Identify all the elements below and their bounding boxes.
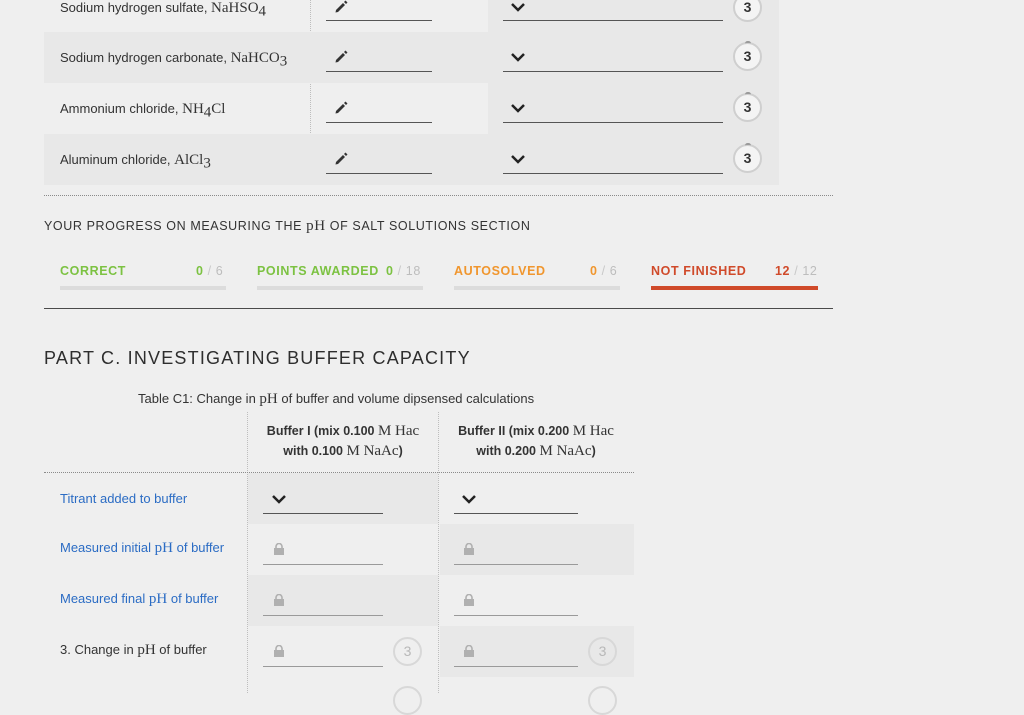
section-divider: [44, 195, 833, 196]
select-dropdown[interactable]: [503, 122, 723, 123]
answer-input[interactable]: [326, 173, 432, 174]
lock-icon: [274, 594, 284, 606]
progress-bar: [454, 286, 620, 290]
stat-points-awarded: POINTS AWARDED 0 / 18: [257, 264, 423, 278]
column-divider: [438, 412, 439, 693]
change-ph-input-buffer-2: [454, 666, 578, 667]
part-title: PART C. INVESTIGATING BUFFER CAPACITY: [44, 348, 471, 368]
salt-name: Ammonium chloride, NH4Cl: [60, 101, 226, 121]
lock-icon: [464, 543, 474, 555]
progress-bar: [257, 286, 423, 290]
stat-label: NOT FINISHED: [651, 264, 747, 278]
stat-label: CORRECT: [60, 264, 127, 278]
initial-ph-input-buffer-2: [454, 564, 578, 565]
points-badge: [393, 686, 422, 715]
chevron-down-icon[interactable]: [510, 154, 526, 164]
lock-icon: [464, 594, 474, 606]
salt-name: Sodium hydrogen carbonate, NaHCO3: [60, 50, 288, 70]
stat-count: 0 / 6: [590, 264, 618, 278]
chevron-down-icon[interactable]: [271, 494, 287, 504]
progress-bar: [651, 286, 818, 290]
progress-title: YOUR PROGRESS ON MEASURING THE pH OF SAL…: [44, 218, 531, 234]
points-badge: [588, 686, 617, 715]
answer-input[interactable]: [326, 20, 432, 21]
select-dropdown[interactable]: [503, 173, 723, 174]
final-ph-input-buffer-2: [454, 615, 578, 616]
answer-input[interactable]: [326, 122, 432, 123]
titrant-select-buffer-1[interactable]: [263, 513, 383, 514]
stat-label: POINTS AWARDED: [257, 264, 379, 278]
progress-bar: [60, 286, 226, 290]
points-badge: 3: [733, 92, 762, 122]
points-badge: 3: [733, 143, 762, 173]
section-divider: [44, 308, 833, 309]
lock-icon: [464, 645, 474, 657]
change-ph-input-buffer-1: [263, 666, 383, 667]
stat-autosolved: AUTOSOLVED 0 / 6: [454, 264, 620, 278]
select-dropdown[interactable]: [503, 71, 723, 72]
stat-label: AUTOSOLVED: [454, 264, 546, 278]
stat-count: 12 / 12: [775, 264, 818, 278]
column-header-buffer-1: Buffer I (mix 0.100 M Hac with 0.100 M N…: [266, 423, 420, 459]
stat-not-finished: NOT FINISHED 12 / 12: [651, 264, 818, 278]
points-badge: 3: [733, 41, 762, 71]
row-label-change-ph: 3. Change in pH of buffer: [60, 642, 207, 658]
points-badge: 3: [588, 637, 617, 666]
salt-name: Aluminum chloride, AlCl3: [60, 152, 211, 172]
pencil-icon[interactable]: [334, 50, 348, 64]
pencil-icon[interactable]: [334, 152, 348, 166]
salt-row: Aluminum chloride, AlCl3: [44, 134, 779, 185]
answer-input[interactable]: [326, 71, 432, 72]
row-label-final-ph: Measured final pH of buffer: [60, 591, 219, 607]
final-ph-input-buffer-1: [263, 615, 383, 616]
stat-count: 0 / 6: [196, 264, 224, 278]
chevron-down-icon[interactable]: [461, 494, 477, 504]
chevron-down-icon[interactable]: [510, 103, 526, 113]
chevron-down-icon[interactable]: [510, 52, 526, 62]
column-header-buffer-2: Buffer II (mix 0.200 M Hac with 0.200 M …: [458, 423, 614, 459]
pencil-icon[interactable]: [334, 101, 348, 115]
initial-ph-input-buffer-1: [263, 564, 383, 565]
points-badge: 3: [393, 637, 422, 666]
stat-correct: CORRECT 0 / 6: [60, 264, 226, 278]
salt-name: Sodium hydrogen sulfate, NaHSO4: [60, 0, 267, 20]
titrant-select-buffer-2[interactable]: [454, 513, 578, 514]
table-caption: Table C1: Change in pH of buffer and vol…: [138, 391, 535, 407]
salt-row: Sodium hydrogen carbonate, NaHCO3: [44, 32, 779, 83]
select-dropdown[interactable]: [503, 20, 723, 21]
pencil-icon[interactable]: [334, 0, 348, 14]
row-label-initial-ph: Measured initial pH of buffer: [60, 540, 225, 556]
row-label-titrant: Titrant added to buffer: [60, 491, 188, 506]
lock-icon: [274, 543, 284, 555]
lock-icon: [274, 645, 284, 657]
stat-count: 0 / 18: [386, 264, 421, 278]
chevron-down-icon[interactable]: [510, 2, 526, 12]
